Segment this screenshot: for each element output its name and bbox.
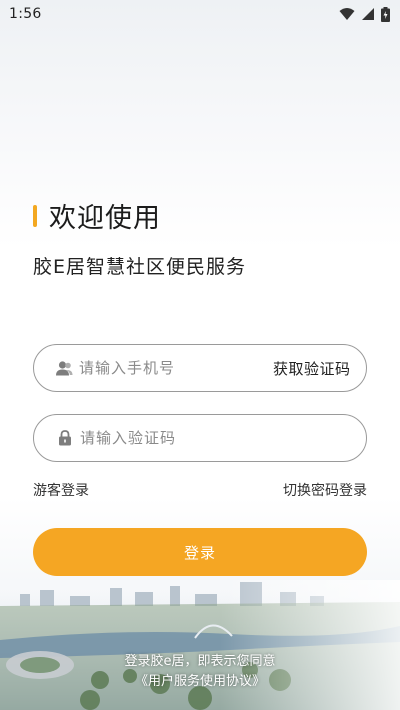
code-input[interactable] xyxy=(80,429,346,447)
wifi-icon xyxy=(339,7,355,21)
user-agreement-link[interactable]: 《用户服务使用协议》 xyxy=(0,672,400,692)
phone-field[interactable]: 获取验证码 xyxy=(33,344,367,392)
page-title: 欢迎使用 xyxy=(49,203,161,234)
battery-icon xyxy=(381,6,390,22)
switch-password-login-link[interactable]: 切换密码登录 xyxy=(283,480,367,500)
lock-icon xyxy=(56,429,74,447)
status-icons xyxy=(339,6,390,22)
login-options-row: 游客登录 切换密码登录 xyxy=(33,480,367,500)
code-field[interactable] xyxy=(33,414,367,462)
get-code-button[interactable]: 获取验证码 xyxy=(273,358,351,379)
status-time: 1:56 xyxy=(9,6,42,22)
signal-icon xyxy=(361,7,375,21)
agreement-text: 登录胶e居，即表示您同意 xyxy=(124,654,276,669)
user-icon xyxy=(56,359,73,377)
status-bar: 1:56 xyxy=(0,0,400,28)
page-subtitle: 胶E居智慧社区便民服务 xyxy=(33,256,247,278)
guest-login-link[interactable]: 游客登录 xyxy=(33,480,89,500)
title-block: 欢迎使用 xyxy=(33,196,161,235)
phone-input[interactable] xyxy=(79,359,273,377)
title-accent-bar xyxy=(33,204,37,227)
agreement-notice: 登录胶e居，即表示您同意 《用户服务使用协议》 xyxy=(0,652,400,692)
login-button[interactable]: 登录 xyxy=(33,528,367,576)
title-row: 欢迎使用 xyxy=(33,196,161,235)
